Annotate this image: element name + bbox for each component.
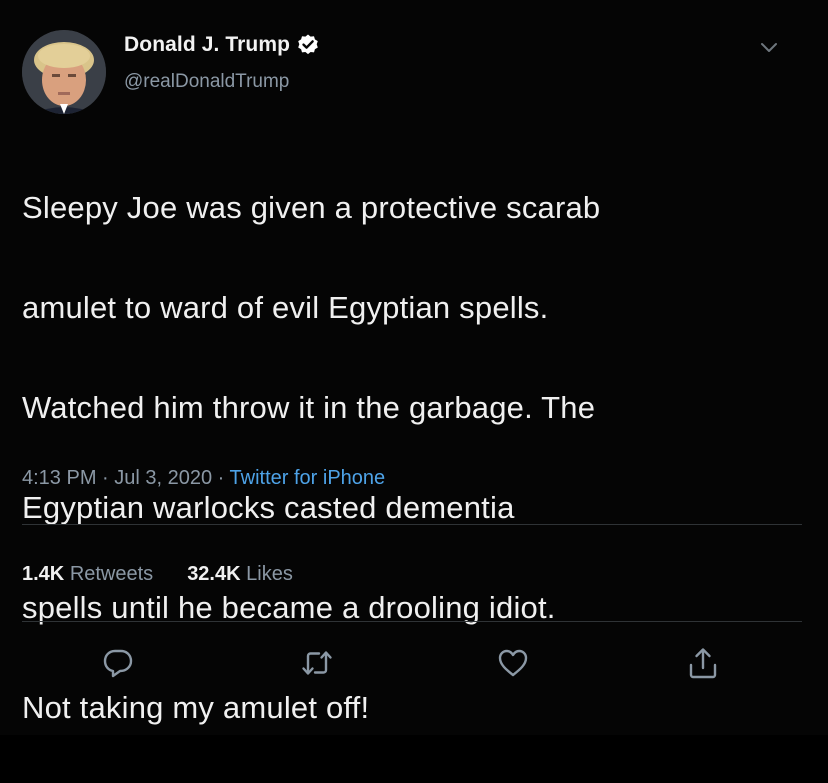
retweets-count: 1.4K	[22, 563, 65, 585]
retweets-label: Retweets	[69, 563, 154, 585]
heart-icon	[498, 649, 528, 677]
tweet-text-line: amulet to ward of evil Egyptian spells.	[22, 290, 549, 325]
meta-separator: ·	[212, 467, 230, 489]
tweet-date[interactable]: Jul 3, 2020	[114, 467, 212, 489]
likes-label: Likes	[246, 563, 293, 585]
tweet-meta: 4:13 PM · Jul 3, 2020 · Twitter for iPho…	[22, 467, 385, 490]
chevron-down-icon[interactable]	[758, 36, 780, 58]
likes-count: 32.4K	[187, 563, 241, 585]
avatar[interactable]	[22, 30, 106, 114]
retweet-icon	[302, 651, 332, 675]
retweets-stat[interactable]: 1.4K Retweets	[22, 563, 153, 585]
tweet-text-line: Not taking my amulet off!	[22, 690, 370, 725]
like-button[interactable]	[496, 646, 530, 680]
reply-button[interactable]	[101, 646, 135, 680]
tweet-text-line: Sleepy Joe was given a protective scarab	[22, 190, 601, 225]
share-icon	[689, 648, 717, 679]
meta-separator: ·	[96, 467, 115, 489]
reply-icon	[103, 649, 133, 678]
author-display-name[interactable]: Donald J. Trump	[124, 33, 290, 57]
tweet-text-line: spells until he became a drooling idiot.	[22, 590, 556, 625]
verified-badge-icon	[296, 33, 320, 57]
tweet-text-line: Egyptian warlocks casted dementia	[22, 490, 515, 525]
divider	[22, 621, 802, 622]
author-handle[interactable]: @realDonaldTrump	[124, 71, 289, 93]
author-name-row: Donald J. Trump	[124, 33, 320, 57]
tweet-text-line: Watched him throw it in the garbage. The	[22, 390, 596, 425]
retweet-button[interactable]	[300, 646, 334, 680]
tweet-source[interactable]: Twitter for iPhone	[230, 467, 386, 489]
tweet-text: Sleepy Joe was given a protective scarab…	[22, 133, 812, 783]
likes-stat[interactable]: 32.4K Likes	[187, 563, 293, 585]
tweet-time[interactable]: 4:13 PM	[22, 467, 96, 489]
share-button[interactable]	[686, 646, 720, 680]
tweet-card: Donald J. Trump @realDonaldTrump Sleepy …	[0, 0, 828, 735]
avatar-portrait	[22, 30, 106, 114]
tweet-stats: 1.4K Retweets 32.4K Likes	[22, 563, 293, 586]
divider	[22, 524, 802, 525]
